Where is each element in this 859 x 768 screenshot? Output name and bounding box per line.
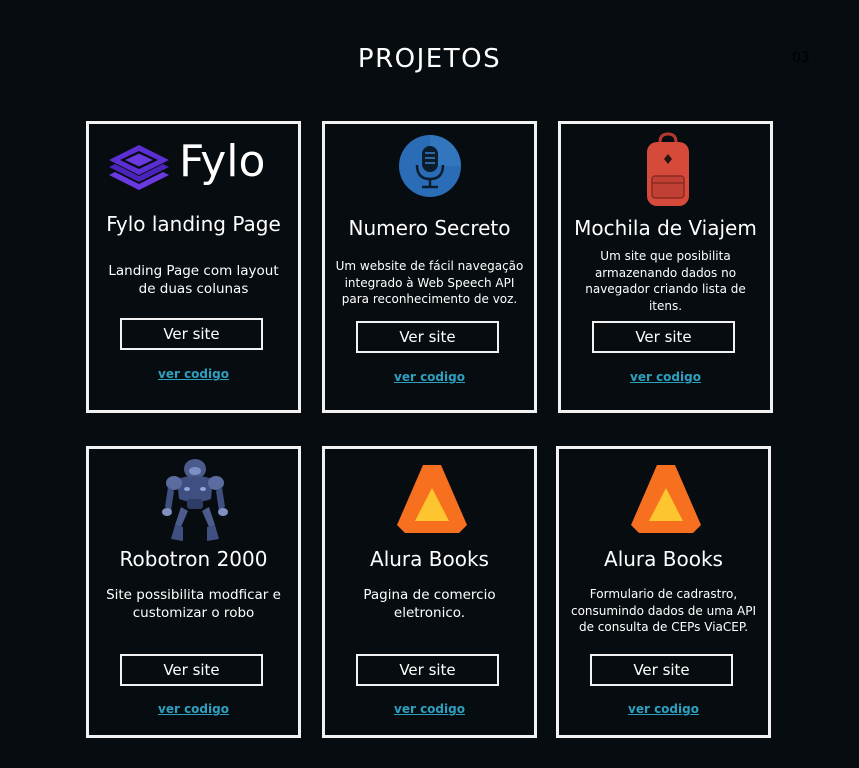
project-description: Um website de fácil navegação integrado … [335, 259, 524, 306]
fylo-logo-icon: Fylo [109, 136, 284, 194]
page-title: PROJETOS [357, 44, 502, 74]
project-card-alura-books-cadastro: Alura Books Formulario de cadrastro, con… [556, 446, 771, 738]
project-card-numero-secreto: Numero Secreto Um website de fácil naveg… [322, 121, 537, 413]
project-description: Formulario de cadrastro, consumindo dado… [570, 587, 757, 634]
project-name: Numero Secreto [348, 216, 511, 240]
project-name: Mochila de Viajem [574, 216, 757, 240]
ver-codigo-link[interactable]: ver codigo [325, 370, 534, 384]
ver-site-button[interactable]: Ver site [592, 321, 735, 353]
ver-codigo-link[interactable]: ver codigo [325, 702, 534, 716]
project-description: Pagina de comercio eletronico. [363, 587, 496, 621]
ver-site-button[interactable]: Ver site [120, 318, 263, 350]
ver-site-button[interactable]: Ver site [356, 321, 499, 353]
project-name: Fylo landing Page [106, 212, 281, 236]
project-card-fylo: Fylo Fylo landing Page Landing Page com … [86, 121, 301, 413]
project-description: Site possibilita modficar e customizar o… [106, 587, 281, 621]
microphone-icon [398, 134, 462, 198]
fylo-logo-text: Fylo [179, 136, 266, 187]
ver-codigo-link[interactable]: ver codigo [561, 370, 770, 384]
project-card-mochila: Mochila de Viajem Um site que posibilita… [558, 121, 773, 413]
project-description: Landing Page com layout de duas colunas [108, 263, 279, 297]
ver-codigo-link[interactable]: ver codigo [559, 702, 768, 716]
ver-site-button[interactable]: Ver site [356, 654, 499, 686]
alura-logo-icon [397, 463, 467, 535]
project-description: Um site que posibilita armazenando dados… [585, 249, 746, 313]
robot-icon [161, 455, 229, 543]
ver-codigo-link[interactable]: ver codigo [89, 702, 298, 716]
ver-site-button[interactable]: Ver site [120, 654, 263, 686]
project-name: Robotron 2000 [119, 547, 268, 571]
project-card-alura-books-ecommerce: Alura Books Pagina de comercio eletronic… [322, 446, 537, 738]
backpack-icon [644, 132, 692, 208]
ver-site-button[interactable]: Ver site [590, 654, 733, 686]
alura-logo-icon [631, 463, 701, 535]
project-name: Alura Books [604, 547, 723, 571]
ver-codigo-link[interactable]: ver codigo [89, 367, 298, 381]
project-name: Alura Books [370, 547, 489, 571]
project-card-robotron: Robotron 2000 Site possibilita modficar … [86, 446, 301, 738]
